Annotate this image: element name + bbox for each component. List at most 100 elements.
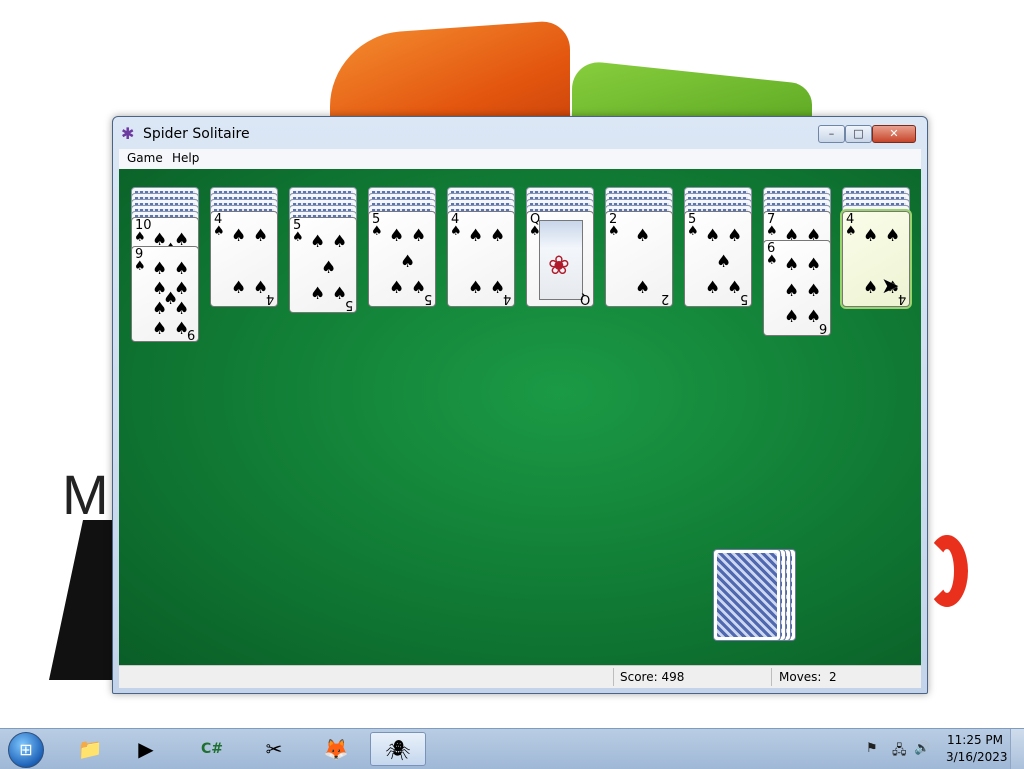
spade-icon: ♠	[450, 224, 462, 239]
card-rank-corner: 9	[186, 326, 195, 341]
flower-icon: ❀	[548, 251, 570, 281]
spade-icon: ♠	[371, 224, 383, 239]
spade-pip-icon: ♠	[468, 226, 484, 246]
spade-pip-icon: ♠	[716, 252, 732, 272]
spade-pip-icon: ♠	[705, 278, 721, 298]
wallpaper-letter: M	[62, 463, 109, 526]
card-rank-corner: Q	[579, 291, 590, 306]
title-bar[interactable]: ✱ Spider Solitaire – □ ✕	[113, 117, 927, 147]
file-explorer-icon[interactable]: 📁	[62, 732, 118, 766]
spade-pip-icon: ♠	[231, 278, 247, 298]
spade-icon: ♠	[687, 224, 699, 239]
queen-artwork: ❀	[539, 220, 583, 300]
clock-date[interactable]: 3/16/2023	[946, 750, 1008, 764]
spade-pip-icon: ♠	[885, 226, 901, 246]
menu-help[interactable]: Help	[170, 151, 201, 165]
moves-label: Moves:	[779, 670, 822, 684]
spade-pip-icon: ♠	[806, 281, 822, 301]
wallpaper-red-shape	[926, 535, 968, 607]
csharp-icon[interactable]: C#	[184, 732, 240, 766]
status-bar: Score: 498 Moves: 2	[119, 665, 921, 688]
spade-pip-icon: ♠	[152, 299, 168, 319]
spider-app-icon: ✱	[121, 124, 135, 143]
spade-pip-icon: ♠	[389, 226, 405, 246]
spade-pip-icon: ♠	[174, 259, 190, 279]
card-rank-corner: 4	[265, 291, 274, 306]
spade-pip-icon: ♠	[784, 307, 800, 327]
playing-card[interactable]: 4 ♠ ♠ ♠ ♠ ♠ 4	[210, 211, 278, 307]
card-back-pattern	[717, 553, 777, 637]
playing-card[interactable]: 5 ♠ ♠ ♠ ♠ ♠ ♠ 5	[289, 217, 357, 313]
taskbar: ⊞ 📁 ▶ C# ✂ 🦊 🕷 ⚑ 🖧 🔊	[0, 728, 1024, 769]
playing-card[interactable]: 6 ♠ ♠ ♠ ♠ ♠ ♠ ♠ 6	[763, 240, 831, 336]
spade-pip-icon: ♠	[321, 258, 337, 278]
score-label: Score: 498	[620, 670, 685, 684]
menu-bar: Game Help	[119, 149, 921, 169]
menu-game[interactable]: Game	[125, 151, 165, 165]
spade-pip-icon: ♠	[231, 226, 247, 246]
card-rank-corner: 5	[344, 297, 353, 312]
spade-pip-icon: ♠	[635, 226, 651, 246]
card-rank-corner: 5	[739, 291, 748, 306]
spade-icon: ♠	[134, 259, 146, 274]
spade-pip-icon: ♠	[784, 255, 800, 275]
spade-pip-icon: ♠	[400, 252, 416, 272]
spade-icon: ♠	[292, 230, 304, 245]
spade-pip-icon: ♠	[174, 299, 190, 319]
snipping-tool-icon[interactable]: ✂	[246, 732, 302, 766]
maximize-button[interactable]: □	[845, 125, 872, 143]
playing-card[interactable]: Q ♠ ❀ Q	[526, 211, 594, 307]
spade-pip-icon: ♠	[863, 278, 879, 298]
playing-card[interactable]: 5 ♠ ♠ ♠ ♠ ♠ ♠ 5	[368, 211, 436, 307]
clock-time[interactable]: 11:25 PM	[946, 733, 1004, 747]
spade-pip-icon: ♠	[152, 259, 168, 279]
playing-card[interactable]: 5 ♠ ♠ ♠ ♠ ♠ ♠ 5	[684, 211, 752, 307]
minimize-button[interactable]: –	[818, 125, 845, 143]
volume-icon[interactable]: 🔊	[914, 741, 930, 756]
spade-pip-icon: ♠	[389, 278, 405, 298]
status-separator	[613, 668, 614, 686]
show-desktop-button[interactable]	[1010, 729, 1024, 769]
playing-card[interactable]: 4 ♠ ♠ ♠ ♠ ♠ 4	[447, 211, 515, 307]
spade-pip-icon: ♠	[705, 226, 721, 246]
playing-card[interactable]: 4 ♠ ♠ ♠ ♠ ♠ 4	[840, 209, 912, 309]
spade-pip-icon: ♠	[635, 278, 651, 298]
card-rank-corner: 2	[660, 291, 669, 306]
spade-pip-icon: ♠	[784, 281, 800, 301]
card-rank-corner: 6	[818, 320, 827, 335]
spade-icon: ♠	[213, 224, 225, 239]
media-player-icon[interactable]: ▶	[118, 732, 174, 766]
network-icon[interactable]: 🖧	[892, 741, 907, 763]
spade-icon: ♠	[608, 224, 620, 239]
playing-card[interactable]: 9 ♠ ♠ ♠ ♠ ♠ ♠ ♠ ♠ ♠ ♠ 9	[131, 246, 199, 342]
status-separator	[771, 668, 772, 686]
spade-pip-icon: ♠	[468, 278, 484, 298]
mouse-cursor-icon: ➤	[881, 274, 900, 299]
spade-pip-icon: ♠	[490, 226, 506, 246]
card-rank-corner: 5	[423, 291, 432, 306]
spade-pip-icon: ♠	[806, 255, 822, 275]
spider-solitaire-window: ✱ Spider Solitaire – □ ✕ Game Help 10 ♠ ♠ ♠…	[112, 116, 928, 694]
firefox-icon[interactable]: 🦊	[308, 732, 364, 766]
game-table[interactable]: 10♠♠♠♠♠♠♠♠♠♠♠109♠♠♠♠♠♠♠♠♠♠94♠♠♠♠♠45♠♠♠♠♠…	[119, 169, 921, 665]
start-button[interactable]: ⊞	[8, 732, 44, 768]
spade-pip-icon: ♠	[332, 232, 348, 252]
close-button[interactable]: ✕	[872, 125, 916, 143]
spade-pip-icon: ♠	[727, 226, 743, 246]
playing-card[interactable]: 2 ♠ ♠ ♠ 2	[605, 211, 673, 307]
spade-pip-icon: ♠	[863, 226, 879, 246]
spider-solitaire-icon[interactable]: 🕷	[370, 732, 426, 766]
action-center-flag-icon[interactable]: ⚑	[866, 741, 878, 756]
spade-icon: ♠	[845, 224, 857, 239]
stock-pile[interactable]	[713, 549, 781, 641]
spade-icon: ♠	[766, 253, 778, 268]
spade-icon: ♠	[134, 230, 146, 245]
spade-pip-icon: ♠	[253, 226, 269, 246]
spade-icon: ♠	[766, 224, 778, 239]
card-rank-corner: 4	[502, 291, 511, 306]
spade-pip-icon: ♠	[310, 232, 326, 252]
spade-pip-icon: ♠	[152, 319, 168, 339]
moves-value: 2	[829, 670, 837, 684]
spade-pip-icon: ♠	[411, 226, 427, 246]
spade-pip-icon: ♠	[310, 284, 326, 304]
